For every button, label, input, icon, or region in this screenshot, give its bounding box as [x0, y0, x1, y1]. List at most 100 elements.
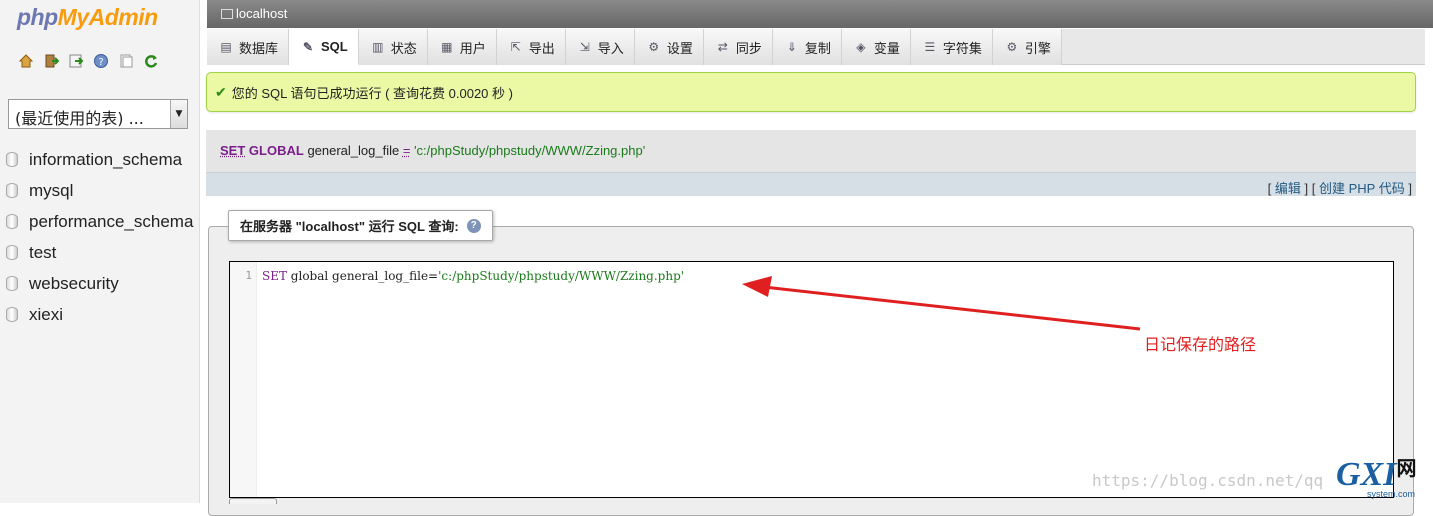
replication-icon: ⇓ [786, 40, 797, 54]
tab-databases[interactable]: ▤ 数据库 [207, 29, 290, 65]
database-icon [6, 214, 18, 229]
status-icon: ▥ [372, 40, 384, 54]
executed-sql: SET GLOBAL general_log_file = 'c:/phpStu… [206, 130, 1416, 172]
tab-label: 变量 [873, 40, 900, 56]
database-name[interactable]: test [29, 243, 56, 263]
checkmark-icon: ✔ [215, 83, 227, 100]
chevron-down-icon[interactable]: ▼ [170, 100, 187, 128]
database-item[interactable]: websecurity [6, 268, 193, 299]
bracket: ] [ [1304, 181, 1316, 196]
logo-php-text: php [17, 4, 58, 30]
gxi-sub: system.com [1367, 489, 1416, 499]
tab-sync[interactable]: ⇄ 同步 [703, 29, 773, 65]
tab-status[interactable]: ▥ 状态 [358, 29, 428, 65]
watermark-url: https://blog.csdn.net/qq [1092, 471, 1324, 490]
tab-engines[interactable]: ⚙ 引擎 [992, 29, 1062, 65]
tab-label: 同步 [735, 40, 762, 56]
tab-label: 设置 [666, 40, 693, 56]
tab-export[interactable]: ⇱ 导出 [496, 29, 566, 65]
database-icon [6, 245, 18, 260]
bracket: [ [1267, 181, 1272, 196]
tab-sql[interactable]: ✎ SQL [289, 29, 359, 65]
svg-text:?: ? [98, 57, 103, 68]
phpmyadmin-logo[interactable]: phpMyAdmin [17, 4, 158, 31]
database-name[interactable]: performance_schema [29, 212, 193, 232]
database-icon [6, 276, 18, 291]
line-gutter: 1 [230, 262, 257, 497]
tab-label: 导入 [597, 40, 624, 56]
database-name[interactable]: mysql [29, 181, 73, 201]
success-text: 您的 SQL 语句已成功运行 ( 查询花费 0.0020 秒 ) [231, 85, 513, 101]
gxi-logo: GXI网 [1336, 458, 1416, 492]
database-icon [6, 152, 18, 167]
bracket: ] [1408, 181, 1412, 196]
database-item[interactable]: information_schema [6, 144, 193, 175]
tab-label: 引擎 [1024, 40, 1051, 56]
database-name[interactable]: information_schema [29, 150, 182, 170]
tab-import[interactable]: ⇲ 导入 [565, 29, 635, 65]
settings-icon: ⚙ [648, 40, 660, 54]
export-icon: ⇱ [510, 40, 521, 54]
navigation-panel: phpMyAdmin ? (最近使用的表) ... ▼ information_… [0, 0, 200, 503]
import-icon: ⇲ [579, 40, 590, 54]
tab-label: 复制 [804, 40, 831, 56]
edit-link[interactable]: 编辑 [1275, 181, 1301, 196]
tab-replication[interactable]: ⇓ 复制 [772, 29, 842, 65]
home-icon[interactable] [17, 52, 34, 69]
help-icon[interactable]: ? [92, 52, 109, 69]
variables-icon: ◈ [856, 40, 866, 54]
database-icon [6, 307, 18, 322]
code-text: global general_log_file= [286, 269, 439, 283]
sync-icon: ⇄ [717, 40, 728, 54]
tab-bar: ▤ 数据库 ✎ SQL ▥ 状态 ▦ 用户 ⇱ 导出 ⇲ 导入 ⚙ 设置 ⇄ 同步 ⇓ 复制 ◈ 变… [207, 29, 1425, 65]
sql-query-icon[interactable] [67, 52, 84, 69]
charset-icon: ☰ [924, 40, 936, 54]
docs-icon[interactable] [117, 52, 134, 69]
database-item[interactable]: performance_schema [6, 206, 193, 237]
database-name[interactable]: websecurity [29, 274, 119, 294]
create-php-code-link[interactable]: 创建 PHP 代码 [1319, 181, 1405, 196]
sql-actions-bar: [ 编辑 ] [ 创建 PHP 代码 ] [206, 172, 1416, 196]
tab-settings[interactable]: ⚙ 设置 [634, 29, 704, 65]
code-string: 'c:/phpStudy/phpstudy/WWW/Zzing.php' [438, 269, 685, 283]
tab-label: SQL [321, 39, 348, 54]
engines-icon: ⚙ [1006, 40, 1018, 54]
tab-charsets[interactable]: ☰ 字符集 [910, 29, 993, 65]
breadcrumb-server[interactable]: localhost [236, 6, 287, 21]
server-icon [221, 9, 233, 19]
recent-tables-value: (最近使用的表) ... [15, 109, 144, 128]
tab-label: 用户 [459, 40, 486, 56]
code-keyword: SET [262, 269, 287, 283]
database-list: information_schema mysql performance_sch… [6, 144, 193, 330]
exit-icon[interactable] [42, 52, 59, 69]
tab-label: 导出 [528, 40, 555, 56]
database-icon: ▤ [220, 40, 232, 54]
sql-icon: ✎ [302, 39, 314, 54]
help-icon[interactable]: ? [466, 218, 481, 233]
server-breadcrumb: localhost [207, 0, 1433, 28]
query-legend-text: 在服务器 "localhost" 运行 SQL 查询: [240, 219, 459, 234]
sql-keyword-set[interactable]: SET [220, 143, 245, 158]
quick-icons-bar: ? [17, 52, 159, 69]
recent-tables-select[interactable]: (最近使用的表) ... ▼ [8, 99, 188, 129]
sql-keyword-global: GLOBAL [248, 143, 304, 158]
database-item[interactable]: test [6, 237, 193, 268]
go-button[interactable] [229, 498, 277, 504]
sql-variable: general_log_file [307, 143, 400, 158]
reload-icon[interactable] [142, 52, 159, 69]
database-name[interactable]: xiexi [29, 305, 63, 325]
query-legend: 在服务器 "localhost" 运行 SQL 查询: ? [228, 210, 493, 241]
sql-string-value: 'c:/phpStudy/phpstudy/WWW/Zzing.php' [414, 143, 646, 158]
sql-code-line[interactable]: SET global general_log_file='c:/phpStudy… [262, 269, 684, 283]
users-icon: ▦ [441, 40, 453, 54]
database-item[interactable]: xiexi [6, 299, 193, 330]
tab-users[interactable]: ▦ 用户 [427, 29, 497, 65]
sql-operator[interactable]: = [403, 143, 411, 158]
database-icon [6, 183, 18, 198]
tab-variables[interactable]: ◈ 变量 [841, 29, 911, 65]
database-item[interactable]: mysql [6, 175, 193, 206]
line-number: 1 [245, 269, 252, 282]
sql-editor[interactable]: 1 SET global general_log_file='c:/phpStu… [229, 261, 1394, 498]
annotation-label: 日记保存的路径 [1144, 335, 1257, 354]
tab-label: 状态 [390, 40, 417, 56]
